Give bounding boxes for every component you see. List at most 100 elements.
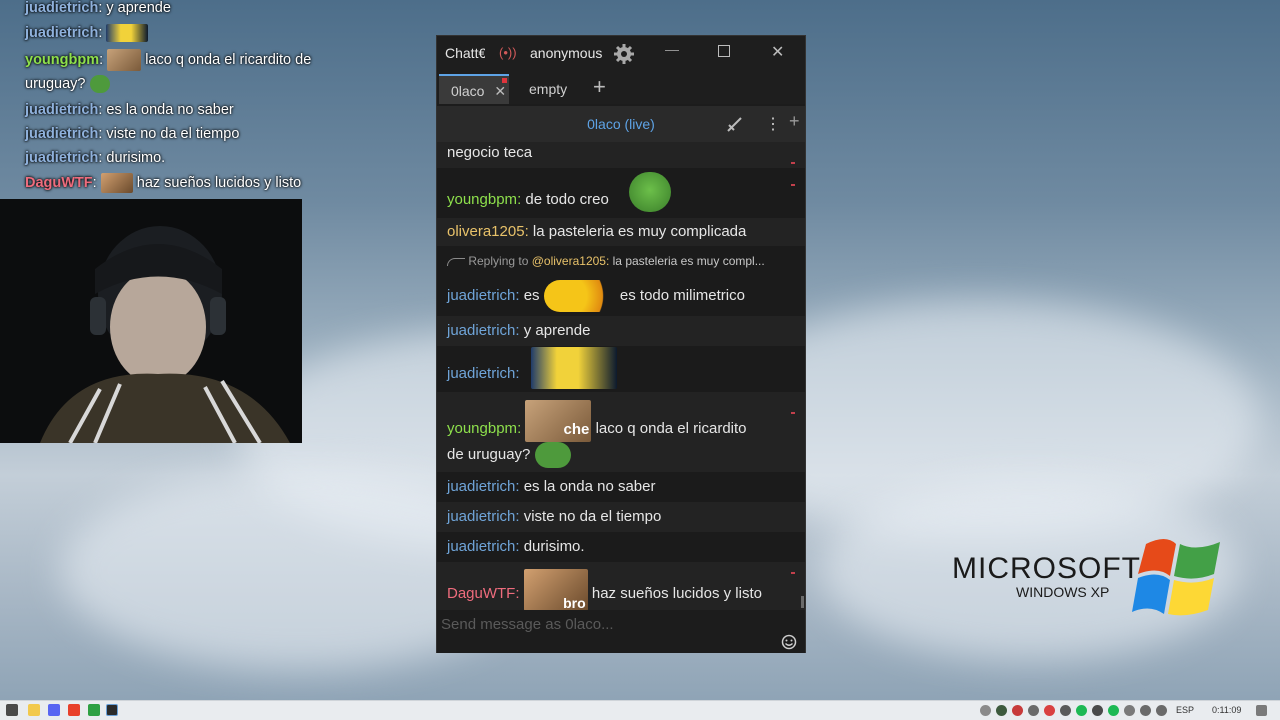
tray-icon[interactable] <box>1028 705 1039 716</box>
sunglasses-point-emote <box>543 280 616 313</box>
tab-0laco[interactable]: 0laco ✕ <box>439 74 509 104</box>
reply-arrow-icon <box>447 257 465 266</box>
cat-che-emote <box>107 49 142 71</box>
minimize-button[interactable]: — <box>665 41 679 57</box>
message-row[interactable]: youngbpm: de todo creo <box>437 168 805 218</box>
overlay-line: juadietrich: es la onda no saber <box>25 100 234 120</box>
message-row[interactable]: juadietrich: es es todo milimetrico <box>437 276 805 316</box>
message-text: negocio teca <box>447 144 533 161</box>
message-row[interactable]: juadietrich: viste no da el tiempo <box>437 502 805 532</box>
settings-gear-icon[interactable] <box>613 43 635 65</box>
overlay-text: laco q onda el ricardito de <box>145 51 312 68</box>
discord-icon[interactable] <box>48 704 60 716</box>
add-tab-button[interactable]: + <box>593 74 606 100</box>
webcam-person-silhouette <box>0 199 302 443</box>
clock[interactable]: 0:11:09 <box>1212 705 1241 715</box>
tray-icon[interactable] <box>980 705 991 716</box>
microphone-icon[interactable] <box>1124 705 1135 716</box>
message-line: de uruguay? <box>447 442 571 468</box>
message-input-area[interactable]: Send message as 0laco... <box>437 610 805 653</box>
message-text: durisimo. <box>523 538 585 555</box>
message-row[interactable]: juadietrich: es la onda no saber <box>437 472 805 502</box>
xbox-icon[interactable] <box>88 704 100 716</box>
webcam-feed <box>0 199 302 443</box>
scrollbar-thumb[interactable] <box>801 596 804 608</box>
overlay-username: juadietrich <box>25 0 99 16</box>
overlay-line: DaguWTF: haz sueños lucidos y listo <box>25 173 302 194</box>
message-username[interactable]: juadietrich: <box>447 478 520 495</box>
overlay-text: haz sueños lucidos y listo <box>136 175 302 191</box>
notification-center-icon[interactable] <box>1256 705 1267 716</box>
message-username[interactable]: juadietrich: <box>447 365 520 382</box>
message-row[interactable]: negocio teca <box>437 142 805 168</box>
account-name[interactable]: anonymous <box>530 45 602 61</box>
message-username[interactable]: youngbpm: <box>447 420 521 437</box>
brave-browser-icon[interactable] <box>68 704 80 716</box>
message-row[interactable]: youngbpm: che laco q onda el ricardito d… <box>437 392 805 472</box>
message-username[interactable]: juadietrich: <box>447 508 520 525</box>
message-input[interactable]: Send message as 0laco... <box>441 616 614 633</box>
tray-icon[interactable] <box>1092 705 1103 716</box>
message-row[interactable]: juadietrich: y aprende <box>437 316 805 346</box>
message-text: viste no da el tiempo <box>523 508 662 525</box>
message-username[interactable]: juadietrich: <box>447 538 520 555</box>
title-bar[interactable]: Chatt€ (•)) anonymous — ✕ <box>437 36 805 70</box>
message-row[interactable]: juadietrich: durisimo. <box>437 532 805 562</box>
volume-icon[interactable] <box>1156 705 1167 716</box>
tab-label: 0laco <box>451 83 485 99</box>
message-username[interactable]: olivera1205: <box>447 223 529 240</box>
message-username[interactable]: juadietrich: <box>447 322 520 339</box>
overlay-text: uruguay? <box>25 76 86 92</box>
message-username[interactable]: DaguWTF: <box>447 585 520 602</box>
cat-bro-emote: bro <box>523 569 588 610</box>
battery-icon[interactable] <box>1140 705 1151 716</box>
minion-emote <box>106 24 149 43</box>
overlay-username: DaguWTF <box>25 175 93 191</box>
reply-username[interactable]: @olivera1205: <box>532 254 610 268</box>
chatterino-taskbar-icon[interactable] <box>106 704 118 716</box>
minion-emote <box>531 347 617 389</box>
more-options-icon[interactable]: ⋮ <box>765 114 781 134</box>
channel-name[interactable]: 0laco (live) <box>437 116 805 132</box>
tray-icon[interactable] <box>1012 705 1023 716</box>
file-explorer-icon[interactable] <box>28 704 40 716</box>
message-row[interactable]: juadietrich: <box>437 346 805 392</box>
message-list[interactable]: negocio teca youngbpm: de todo creo oliv… <box>437 142 805 610</box>
tray-icon[interactable] <box>996 705 1007 716</box>
overlay-line: juadietrich: durisimo. <box>25 148 165 168</box>
windows-xp-logo: MICROSOFT WINDOWS XP <box>952 536 1232 626</box>
emoji-picker-icon[interactable] <box>781 634 797 650</box>
tray-icon[interactable] <box>1060 705 1071 716</box>
emote-caption: che <box>563 421 590 438</box>
cat-bro-emote <box>100 173 133 194</box>
windows-flag-icon <box>1132 539 1220 616</box>
message-row[interactable]: olivera1205: la pasteleria es muy compli… <box>437 218 805 246</box>
message-username[interactable]: youngbpm: <box>447 191 521 208</box>
moderation-sword-icon[interactable] <box>725 114 745 134</box>
tab-close-icon[interactable]: ✕ <box>494 83 506 99</box>
message-text: de uruguay? <box>447 445 531 463</box>
start-button-icon[interactable] <box>6 704 18 716</box>
chatterino-window[interactable]: Chatt€ (•)) anonymous — ✕ 0laco ✕ empty … <box>436 35 806 653</box>
stream-chat-overlay: juadietrich: y aprende juadietrich: youn… <box>0 0 360 200</box>
overlay-line: juadietrich: viste no da el tiempo <box>25 124 239 144</box>
tray-icon[interactable] <box>1044 705 1055 716</box>
reply-context[interactable]: Replying to @olivera1205: la pasteleria … <box>437 246 805 276</box>
cat-che-emote: che <box>525 400 592 442</box>
maximize-button[interactable] <box>718 45 730 57</box>
overlay-text: durisimo. <box>106 150 166 166</box>
live-indicator-icon: (•)) <box>499 45 517 60</box>
message-row[interactable]: DaguWTF: bro haz sueños lucidos y listo <box>437 562 805 610</box>
close-button[interactable]: ✕ <box>771 42 784 62</box>
message-username[interactable]: juadietrich: <box>447 287 520 304</box>
tray-icon[interactable] <box>1076 705 1087 716</box>
overlay-username: youngbpm <box>25 51 100 68</box>
overlay-separator: : <box>98 150 103 166</box>
overlay-line: juadietrich: y aprende <box>25 0 171 18</box>
spotify-icon[interactable] <box>1108 705 1119 716</box>
add-split-button[interactable]: + <box>789 111 800 132</box>
overlay-username: juadietrich <box>25 25 99 41</box>
language-indicator[interactable]: ESP <box>1176 705 1194 715</box>
tab-empty[interactable]: empty <box>517 74 587 104</box>
brand-line2: WINDOWS XP <box>1016 584 1110 600</box>
